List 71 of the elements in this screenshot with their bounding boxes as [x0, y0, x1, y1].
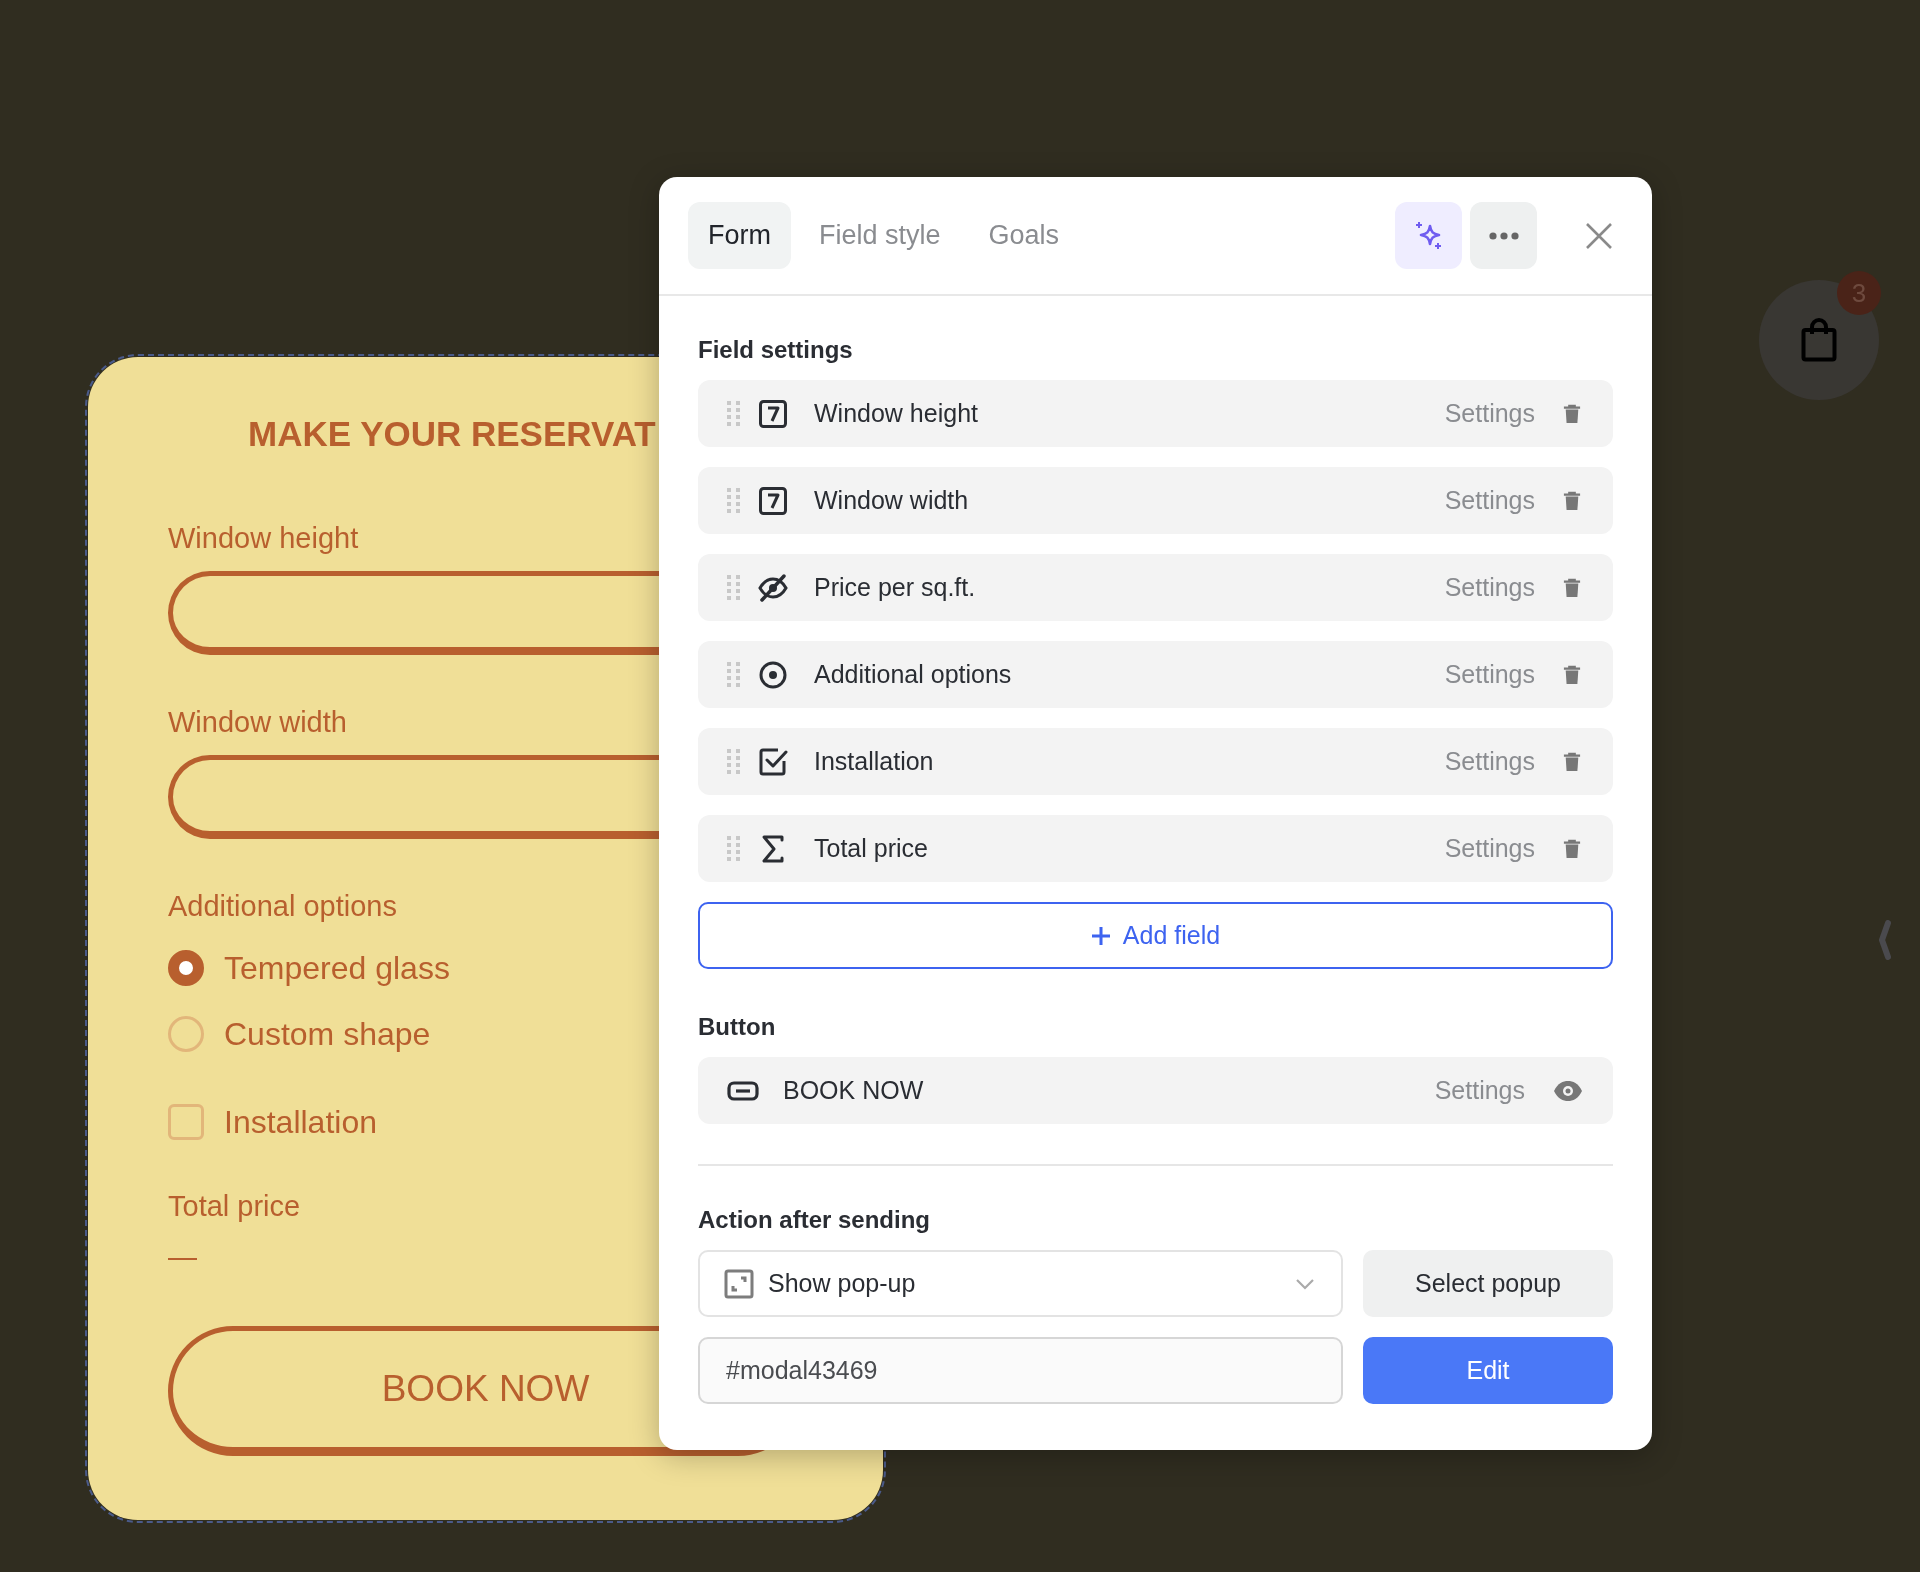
option-label: Custom shape — [224, 1015, 431, 1053]
number-box-icon — [758, 485, 788, 516]
sparkle-button[interactable] — [1395, 202, 1462, 269]
settings-link[interactable]: Settings — [1444, 486, 1535, 515]
drag-handle-icon[interactable] — [727, 400, 741, 427]
field-name: Total price — [814, 834, 929, 863]
tab[interactable]: Form — [688, 202, 791, 269]
field-row[interactable]: Window height Settings — [698, 380, 1613, 447]
settings-link[interactable]: Settings — [1444, 834, 1535, 863]
eye-slash-icon — [758, 572, 788, 603]
number-box-icon — [758, 398, 788, 429]
form-title: MAKE YOUR RESERVAT — [248, 413, 657, 455]
trash-icon[interactable] — [1563, 664, 1581, 685]
settings-link[interactable]: Settings — [1444, 573, 1535, 602]
edit-button[interactable]: Edit — [1363, 1337, 1613, 1404]
drag-handle-icon[interactable] — [727, 661, 741, 688]
close-button[interactable] — [1585, 221, 1613, 250]
add-field-button[interactable]: Add field — [698, 902, 1613, 969]
radio-button[interactable] — [168, 950, 204, 986]
trash-icon[interactable] — [1563, 751, 1581, 772]
plus-icon — [1090, 925, 1111, 946]
checkbox-label: Installation — [224, 1103, 377, 1141]
trash-icon[interactable] — [1563, 838, 1581, 859]
settings-link[interactable]: Settings — [1444, 399, 1535, 428]
field-name: Additional options — [814, 660, 1013, 689]
field-name: Window width — [814, 486, 970, 515]
drag-handle-icon[interactable] — [727, 574, 741, 601]
select-popup-button[interactable]: Select popup — [1363, 1250, 1613, 1317]
action-select[interactable]: Show pop-up — [698, 1250, 1343, 1317]
field-row[interactable]: Additional options Settings — [698, 641, 1613, 708]
button-row[interactable]: BOOK NOW Settings — [698, 1057, 1613, 1124]
field-name: Window height — [814, 399, 979, 428]
button-shape-icon — [727, 1080, 759, 1101]
more-button[interactable] — [1470, 202, 1537, 269]
field-label: Total price — [168, 1189, 301, 1223]
trash-icon[interactable] — [1563, 577, 1581, 598]
chevron-down-icon — [1295, 1277, 1315, 1290]
field-row[interactable]: Window width Settings — [698, 467, 1613, 534]
trash-icon[interactable] — [1563, 403, 1581, 424]
checkbox[interactable] — [168, 1104, 204, 1140]
drag-handle-icon[interactable] — [727, 487, 741, 514]
field-row[interactable]: Total price Settings — [698, 815, 1613, 882]
field-row[interactable]: Installation Settings — [698, 728, 1613, 795]
settings-link[interactable]: Settings — [1444, 660, 1535, 689]
checkbox-icon — [758, 746, 788, 777]
field-name: Installation — [814, 747, 935, 776]
field-name: Price per sq.ft. — [814, 573, 977, 602]
radio-button[interactable] — [168, 1016, 204, 1052]
field-label: Window width — [168, 705, 347, 739]
more-icon — [1488, 231, 1519, 240]
option-label: Tempered glass — [224, 949, 450, 987]
total-value: — — [168, 1241, 197, 1274]
section-heading: Button — [698, 1013, 777, 1041]
radio-circle-icon — [758, 659, 788, 690]
settings-link[interactable]: Settings — [1434, 1076, 1525, 1105]
popup-id-field[interactable]: #modal43469 — [698, 1337, 1343, 1404]
eye-icon[interactable] — [1553, 1079, 1583, 1102]
popup-icon — [724, 1268, 754, 1299]
section-heading: Action after sending — [698, 1206, 932, 1234]
section-heading: Field settings — [698, 336, 854, 364]
field-label: Additional options — [168, 889, 397, 923]
tab[interactable]: Goals — [968, 202, 1080, 269]
drag-handle-icon[interactable] — [727, 835, 741, 862]
field-label: Window height — [168, 521, 359, 555]
drag-handle-icon[interactable] — [727, 748, 741, 775]
shopping-bag-icon — [1801, 318, 1837, 362]
trash-icon[interactable] — [1563, 490, 1581, 511]
button-name: BOOK NOW — [783, 1076, 925, 1105]
field-row[interactable]: Price per sq.ft. Settings — [698, 554, 1613, 621]
tab[interactable]: Field style — [799, 202, 961, 269]
settings-link[interactable]: Settings — [1444, 747, 1535, 776]
